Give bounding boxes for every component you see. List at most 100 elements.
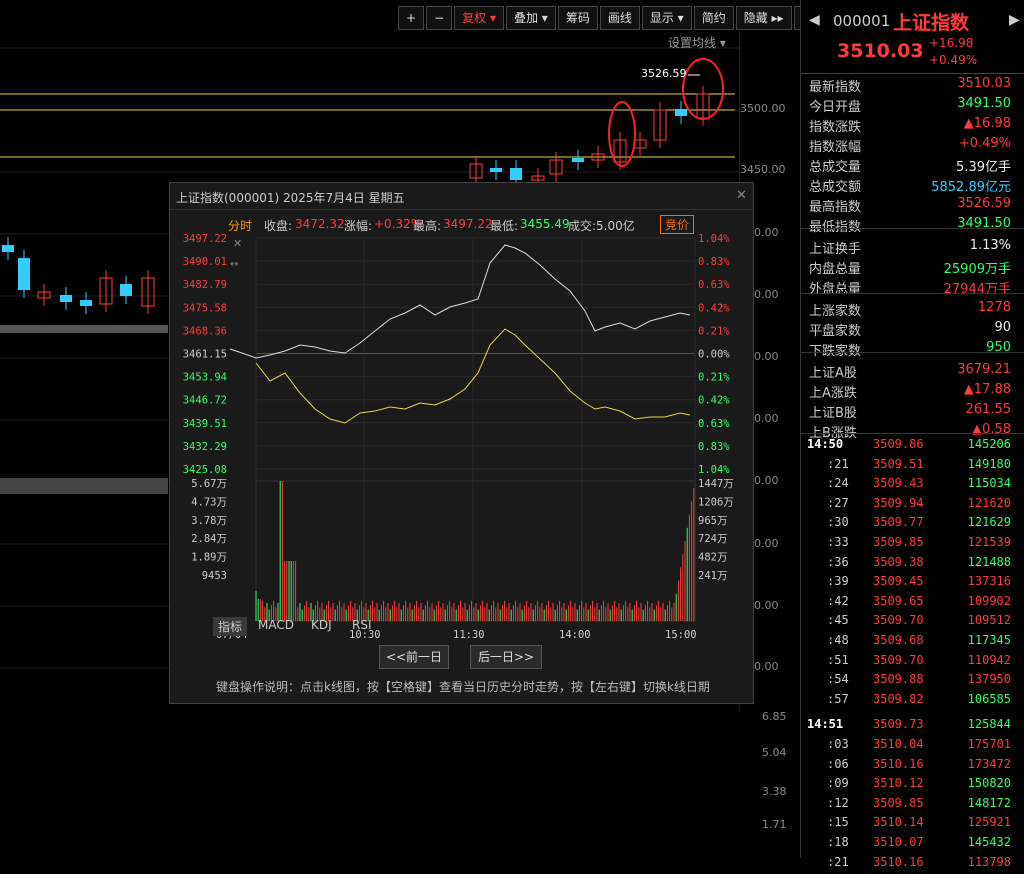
stat-row: 外盘总量 27944万手 — [809, 278, 1011, 298]
tick-volume: 110942 — [967, 652, 1011, 667]
tick-row[interactable]: :51 3509.70 110942 — [807, 653, 1011, 672]
tick-row[interactable]: :06 3510.16 173472 — [807, 757, 1011, 776]
tick-row[interactable]: :30 3509.77 121629 — [807, 515, 1011, 534]
next-arrow-icon[interactable]: ▶ — [1009, 12, 1020, 28]
next-day-button[interactable]: 后一日>> — [470, 645, 542, 669]
stat-value: 5852.89亿元 — [931, 180, 1011, 195]
display-button[interactable]: 显示 ▾ — [641, 6, 692, 30]
tick-volume: 113798 — [967, 854, 1011, 869]
tick-row[interactable]: :24 3509.43 115034 — [807, 476, 1011, 495]
tick-volume: 137950 — [967, 672, 1011, 687]
vol-right-label: 1206万 — [698, 496, 734, 508]
kdj-tab[interactable]: KDJ — [311, 618, 332, 632]
right-axis-label: 0.21% — [698, 325, 730, 337]
y-tick-label: 3500.00 — [740, 102, 786, 115]
stat-value: 27944万手 — [943, 282, 1011, 297]
macd-tab[interactable]: MACD — [258, 618, 294, 632]
tick-price: 3509.85 — [873, 795, 924, 810]
tick-price: 3509.70 — [873, 652, 924, 667]
stat-value: 261.55 — [965, 402, 1012, 417]
tick-row[interactable]: :45 3509.70 109512 — [807, 613, 1011, 632]
simple-button[interactable]: 简约 — [693, 6, 734, 30]
tick-time: :57 — [827, 691, 849, 706]
tick-row[interactable]: :03 3510.04 175701 — [807, 737, 1011, 756]
tick-row[interactable]: :21 3509.51 149180 — [807, 457, 1011, 476]
tick-row[interactable]: :12 3509.85 148172 — [807, 796, 1011, 815]
tick-price: 3509.70 — [873, 613, 924, 628]
left-axis-label: 3468.36 — [183, 325, 227, 337]
tick-row[interactable]: :39 3509.45 137316 — [807, 574, 1011, 593]
candle — [80, 300, 92, 306]
tick-price: 3509.82 — [873, 691, 924, 706]
chips-button[interactable]: 筹码 — [557, 6, 598, 30]
stat-value: +0.49% — [958, 136, 1011, 151]
tick-time: :39 — [827, 574, 849, 589]
draw-line-button[interactable]: 画线 — [599, 6, 640, 30]
close-label: 收盘: — [264, 219, 293, 233]
tick-time: :24 — [827, 476, 849, 491]
keyboard-help: 键盘操作说明：点击k线图，按【空格键】查看当日历史分时走势，按【左右键】切换k线… — [216, 680, 710, 694]
tick-row[interactable]: :57 3509.82 106585 — [807, 692, 1011, 711]
intraday-chart[interactable]: 3497.22 3490.01 3482.79 3475.58 3468.36 3461.… — [170, 233, 753, 663]
hide-button[interactable]: 隐藏 ▸▸ — [735, 6, 792, 30]
left-axis-label: 3490.01 — [183, 256, 227, 268]
tick-row[interactable]: 14:50 3509.86 145206 — [807, 437, 1011, 456]
rsi-tab[interactable]: RSI — [352, 618, 372, 632]
set-ma-dropdown[interactable]: 设置均线 ▾ — [668, 34, 726, 51]
stat-value: 3491.50 — [957, 96, 1011, 111]
close-icon[interactable]: ✕ — [736, 188, 747, 203]
stat-row: 最低指数 3491.50 — [809, 216, 1011, 236]
tick-price: 3509.38 — [873, 554, 924, 569]
overlay-button[interactable]: 叠加 ▾ — [505, 6, 556, 30]
stat-row: 最新指数 3510.03 — [809, 76, 1011, 96]
tick-row[interactable]: :09 3510.12 150820 — [807, 776, 1011, 795]
indicator-tab[interactable]: 指标 — [213, 617, 248, 636]
tick-price: 3510.07 — [873, 835, 924, 849]
stat-row: 上证换手 1.13% — [809, 238, 1011, 258]
zoom-out-button[interactable]: − — [426, 6, 453, 30]
tick-time: :36 — [827, 554, 849, 569]
vol-right-label: 482万 — [698, 552, 727, 564]
stat-label: 最高指数 — [809, 200, 862, 215]
tick-time: :45 — [827, 613, 849, 628]
tick-time: :42 — [827, 593, 849, 608]
vol-left-label: 5.67万 — [191, 478, 227, 490]
left-axis-label: 3461.15 — [183, 349, 227, 361]
tick-price: 3510.04 — [873, 737, 924, 751]
tick-volume: 109902 — [967, 593, 1011, 608]
tick-volume: 175701 — [967, 737, 1011, 751]
auction-button[interactable]: 竞价 — [660, 215, 695, 234]
tick-row[interactable]: :54 3509.88 137950 — [807, 672, 1011, 691]
y-tick-label: 3450.00 — [740, 163, 786, 176]
x-axis-label: 14:00 — [559, 629, 591, 641]
tick-row[interactable]: :36 3509.38 121488 — [807, 555, 1011, 574]
tick-row[interactable]: :48 3509.68 117345 — [807, 633, 1011, 652]
tick-price: 3510.12 — [873, 776, 924, 791]
vol-left-label: 9453 — [202, 570, 227, 582]
tick-volume: 137316 — [967, 574, 1011, 589]
stat-row: 总成交额 5852.89亿元 — [809, 176, 1011, 196]
tick-volume: 125921 — [967, 815, 1011, 830]
separator-bar — [0, 478, 168, 494]
high-value: 3497.22 — [443, 217, 493, 231]
tick-volume: 121539 — [967, 535, 1011, 549]
zoom-in-button[interactable]: + — [398, 6, 425, 30]
prev-arrow-icon[interactable]: ◀ — [809, 12, 820, 28]
tick-row[interactable]: 14:51 3509.73 125844 — [807, 717, 1011, 736]
prev-day-button[interactable]: <<前一日 — [379, 645, 449, 669]
candle — [490, 168, 502, 172]
tick-row[interactable]: :18 3510.07 145432 — [807, 835, 1011, 854]
stat-value: ▲16.98 — [963, 116, 1011, 131]
tick-volume: 117345 — [967, 633, 1011, 647]
tab-intraday[interactable]: 分时 — [228, 217, 252, 234]
left-axis-label: 3475.58 — [183, 302, 227, 314]
tick-row[interactable]: :15 3510.14 125921 — [807, 815, 1011, 834]
tick-price: 3509.68 — [873, 633, 924, 647]
adjust-button[interactable]: 复权 ▾ — [454, 6, 504, 30]
tick-row[interactable]: :27 3509.94 121620 — [807, 496, 1011, 515]
left-axis-label: 3482.79 — [183, 279, 227, 291]
tick-row[interactable]: :33 3509.85 121539 — [807, 535, 1011, 554]
tick-time: :33 — [827, 535, 849, 549]
tick-row[interactable]: :42 3509.65 109902 — [807, 594, 1011, 613]
tick-row[interactable]: :21 3510.16 113798 — [807, 855, 1011, 874]
